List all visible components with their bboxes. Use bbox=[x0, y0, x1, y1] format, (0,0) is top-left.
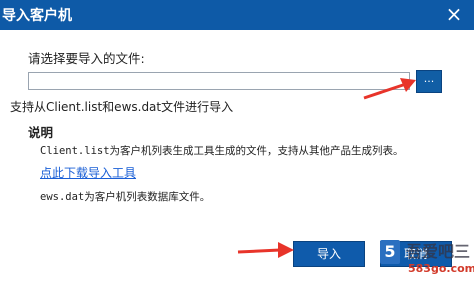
note-title: 说明 bbox=[28, 125, 54, 140]
note-line-ews-dat: ews.dat为客户机列表数据库文件。 bbox=[40, 191, 211, 203]
window-title: 导入客户机 bbox=[2, 8, 72, 24]
title-bar: 导入客户机 × bbox=[0, 0, 474, 30]
download-tool-link[interactable]: 点此下载导入工具 bbox=[40, 164, 136, 181]
support-text: 支持从Client.list和ews.dat文件进行导入 bbox=[10, 100, 234, 114]
note-line-client-list: Client.list为客户机列表生成工具生成的文件，支持从其他产品生成列表。 bbox=[40, 145, 404, 157]
file-path-input[interactable] bbox=[28, 72, 410, 90]
watermark-site-name: 吾爱吧三 bbox=[406, 242, 471, 261]
site-logo-icon: 5 bbox=[380, 240, 400, 264]
red-arrow-icon bbox=[237, 242, 294, 258]
select-file-label: 请选择要导入的文件: bbox=[28, 51, 145, 66]
watermark-url: 583go.com bbox=[408, 262, 474, 275]
close-icon[interactable]: × bbox=[442, 2, 466, 26]
import-button[interactable]: 导入 bbox=[293, 241, 365, 267]
site-watermark: 5 吾爱吧三 583go.com bbox=[378, 236, 474, 286]
red-arrow-icon bbox=[363, 78, 416, 100]
